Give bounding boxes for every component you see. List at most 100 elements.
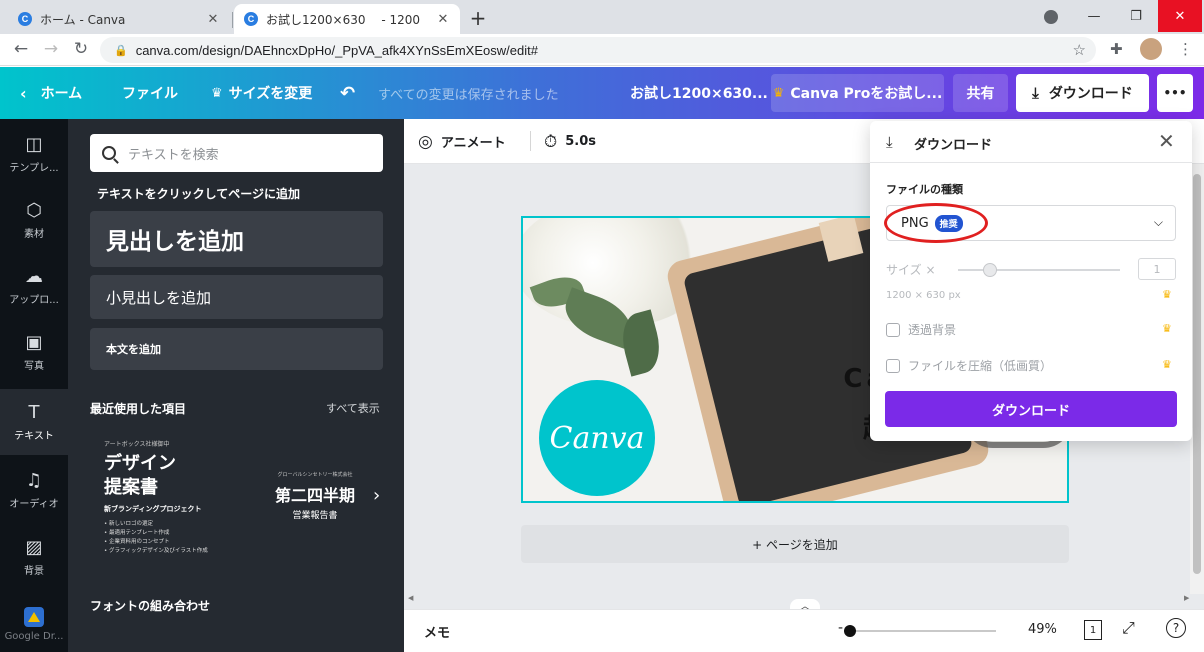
timing-button[interactable]: ⏱ 5.0s [544,119,596,164]
animate-icon: ◎ [418,131,433,152]
tab-title: お試し1200×630 - 1200 [266,12,420,27]
card-bullet-list: • 新しいロゴの選定 • 最適用テンプレート作成 • 企業資料用のコンセプト •… [104,520,234,556]
home-link[interactable]: ‹ ホーム [20,67,82,119]
bookmark-star-icon[interactable]: ☆ [1073,41,1086,59]
card-title-line1: デザイン [104,453,176,474]
canva-logo[interactable]: Canva [539,380,655,496]
rail-item-background[interactable]: ▨ 背景 [0,524,68,590]
vertical-scrollbar[interactable] [1190,164,1204,594]
checkbox-box[interactable] [886,358,900,373]
animate-button[interactable]: ◎ アニメート [418,119,506,164]
fullscreen-icon[interactable]: ⤢ [1122,618,1135,638]
rail-item-templates[interactable]: ◫ テンプレ... [0,121,68,187]
dimensions-text: 1200 × 630 px [886,290,961,301]
back-arrow-icon[interactable]: ← [10,39,32,59]
checkbox-label: 透過背景 [908,323,957,337]
size-slider-knob[interactable] [983,263,998,277]
chevron-right-icon[interactable]: › [373,485,380,506]
tab-close-icon[interactable]: ✕ [436,12,450,27]
recent-items-title: 最近使用した項目 [90,402,187,416]
scrollbar-thumb[interactable] [1193,174,1201,574]
add-body-text-button[interactable]: 本文を追加 [90,328,383,370]
compress-file-checkbox[interactable]: ファイルを圧縮（低画質） [886,357,1052,374]
stopwatch-icon: ⏱ [544,131,558,152]
reload-icon[interactable]: ↻ [70,39,92,59]
close-icon[interactable]: ✕ [1158,129,1175,153]
window-close-icon[interactable]: ✕ [1158,0,1202,32]
try-pro-button[interactable]: ♛ Canva Proをお試し... [771,74,944,112]
card-bullet: • 最適用テンプレート作成 [104,530,170,536]
file-menu[interactable]: ファイル [122,67,178,119]
rail-item-audio[interactable]: ♫ オーディオ [0,457,68,523]
browser-tab-home[interactable]: C ホーム - Canva ✕ [8,4,233,34]
share-button[interactable]: 共有 [953,74,1008,112]
rail-item-google-drive[interactable]: Google Dr... [0,591,68,652]
download-button[interactable]: ⤓ ダウンロード [1016,74,1149,112]
browser-tab-bar: C ホーム - Canva ✕ C お試し1200×630 - 1200 ✕ +… [0,0,1204,34]
recent-text-card-proposal[interactable]: アートボックス社様御中 デザイン 提案書 新ブランディングプロジェクト • 新し… [104,439,234,559]
address-bar: ← → ↻ 🔒 canva.com/design/DAEhncxDpHo/_Pp… [0,34,1204,66]
see-all-link[interactable]: すべて表示 [326,400,380,416]
transparent-background-checkbox[interactable]: 透過背景 [886,321,956,338]
notes-button[interactable]: メモ [424,622,450,641]
new-tab-button[interactable]: + [468,6,488,30]
rail-label: 背景 [24,565,44,577]
canva-favicon-icon: C [244,12,258,26]
text-search-input[interactable]: テキストを検索 [90,134,383,172]
rail-item-text[interactable]: T テキスト [0,389,68,455]
browser-tab-design[interactable]: C お試し1200×630 - 1200 ✕ [234,4,460,34]
tab-title: ホーム - Canva [40,12,126,27]
browser-menu-icon[interactable]: ⋮ [1178,40,1193,58]
checkbox-box[interactable] [886,322,900,337]
url-field[interactable]: 🔒 canva.com/design/DAEhncxDpHo/_PpVA_afk… [100,37,1096,63]
canva-favicon-icon: C [18,12,32,26]
add-page-button[interactable]: + ページを追加 [521,525,1069,563]
rail-label: アップロ... [9,294,59,306]
size-input[interactable]: 1 [1138,258,1176,280]
background-icon: ▨ [25,536,43,558]
profile-avatar[interactable] [1140,38,1162,60]
card-subtitle: 新ブランディングプロジェクト [104,505,202,513]
resize-menu[interactable]: ♛ サイズを変更 [211,67,312,119]
checkbox-label: ファイルを圧縮（低画質） [908,359,1053,373]
undo-icon[interactable]: ↶ [340,67,355,119]
tab-close-icon[interactable]: ✕ [206,12,220,27]
text-icon: T [28,401,40,423]
photo-icon: ▣ [25,331,43,353]
size-label: サイズ × [886,263,936,277]
chevron-left-icon: ‹ [20,83,27,103]
scroll-right-icon[interactable]: ▶ [1184,594,1189,602]
try-pro-label: Canva Proをお試し... [790,86,943,102]
add-heading-button[interactable]: 見出しを追加 [90,211,383,267]
document-title[interactable]: お試し1200×630... [630,67,768,119]
help-icon[interactable]: ? [1166,618,1186,638]
zoom-level[interactable]: 49% [1028,622,1057,637]
zoom-slider[interactable] [844,625,996,637]
tab-search-icon[interactable] [1044,10,1058,24]
rail-item-elements[interactable]: ⬡ 素材 [0,187,68,253]
minimize-icon[interactable]: — [1072,0,1116,32]
save-status: すべての変更は保存されました [378,87,559,103]
toolbar-divider [530,131,531,151]
scroll-left-icon[interactable]: ◀ [408,594,413,602]
crown-icon: ♛ [1162,358,1172,371]
card-title: 第二四半期 [274,486,355,505]
card-caption: グローバルシンセトリー株式会社 [277,472,353,478]
zoom-slider-knob[interactable] [844,625,856,637]
restore-icon[interactable]: ❐ [1114,0,1158,32]
add-subheading-button[interactable]: 小見出しを追加 [90,275,383,319]
url-text: canva.com/design/DAEhncxDpHo/_PpVA_afk4X… [135,42,538,58]
confirm-download-button[interactable]: ダウンロード [885,391,1177,427]
forward-arrow-icon[interactable]: → [40,39,62,59]
rail-item-uploads[interactable]: ☁ アップロ... [0,253,68,319]
extensions-icon[interactable]: ✚ [1110,40,1123,58]
size-slider[interactable] [958,263,1120,277]
page-count-icon[interactable]: 1 [1084,620,1102,640]
recent-text-card-report[interactable]: グローバルシンセトリー株式会社 第二四半期 営業報告書 [254,471,376,531]
more-options-button[interactable]: ••• [1157,74,1193,112]
animate-label: アニメート [440,136,506,151]
zoom-out-icon[interactable]: - [838,620,843,636]
search-icon [102,146,116,160]
rail-item-photos[interactable]: ▣ 写真 [0,319,68,385]
annotation-ellipse [884,203,988,243]
